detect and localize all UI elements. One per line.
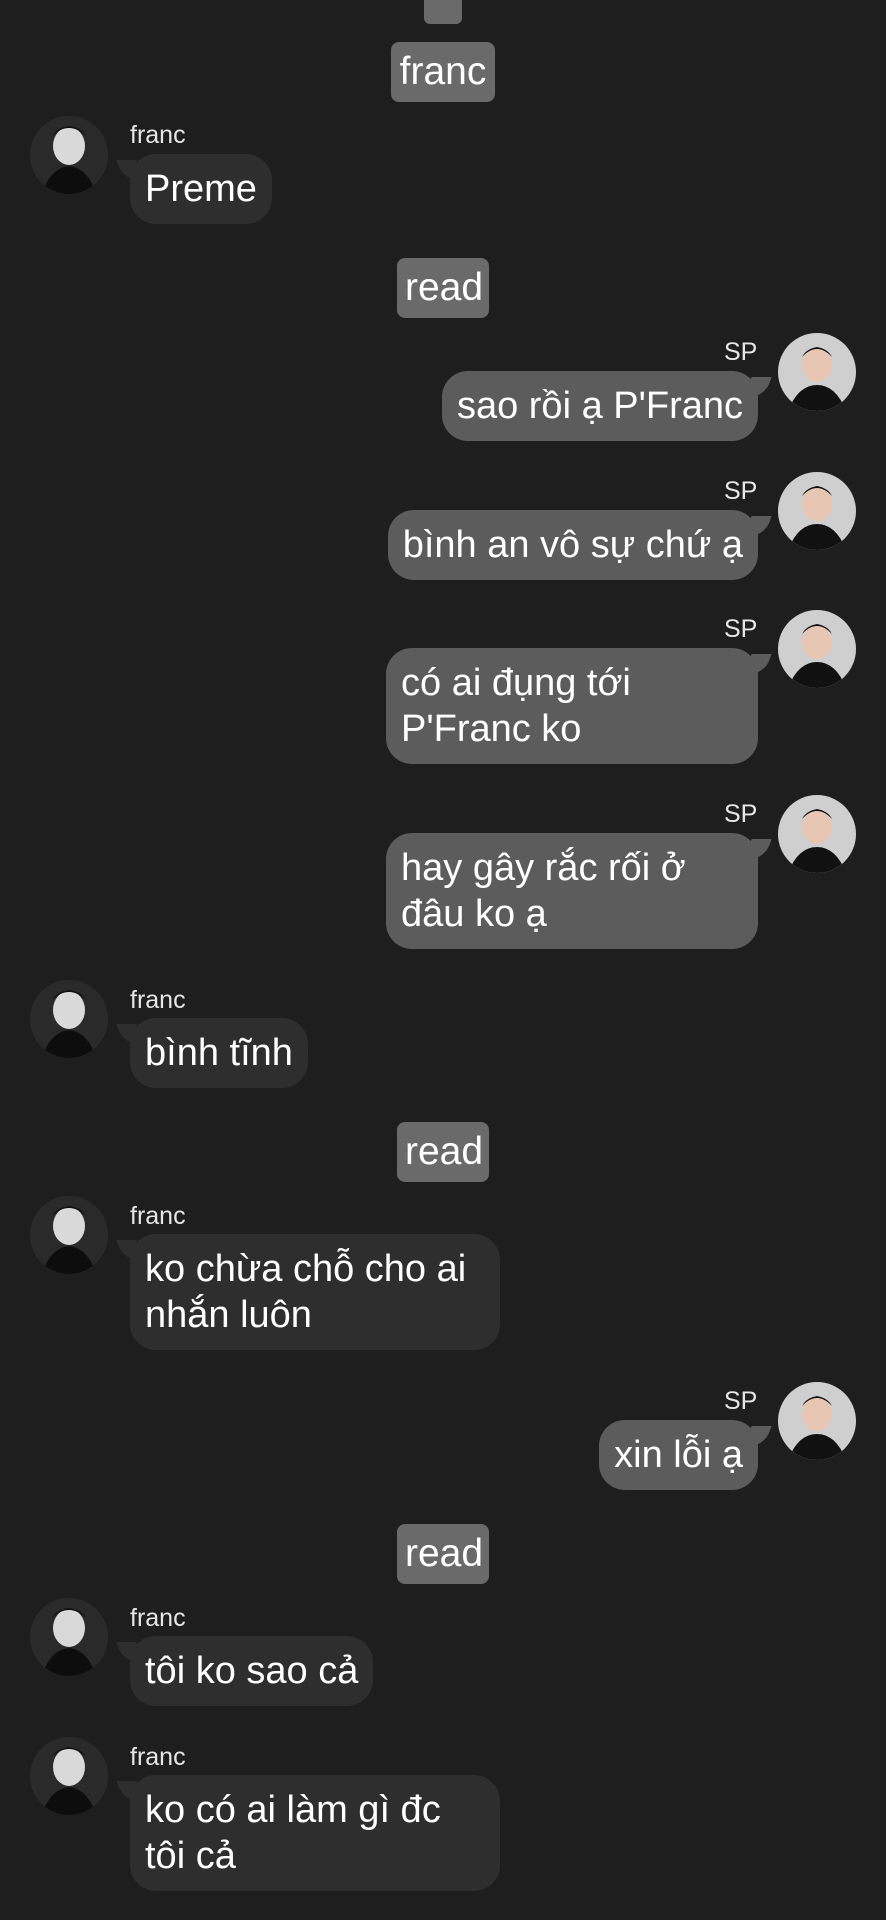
message-line: P'Franc ko [401,708,582,750]
avatar-franc[interactable] [30,1598,108,1676]
read-status-pill: read [397,1122,489,1182]
avatar-sp[interactable] [778,795,856,873]
avatar-sp[interactable] [778,1382,856,1460]
sender-name: SP [724,800,758,828]
message-bubble-outgoing[interactable]: hay gây rắc rối ở đâu ko ạ [386,833,758,949]
message-line: tôi cả [145,1835,236,1877]
message-bubble-outgoing[interactable]: có ai đụng tới P'Franc ko [386,648,758,764]
message-line: có ai đụng tới [401,662,631,704]
avatar-franc-icon [30,1737,108,1815]
message-line: hay gây rắc rối ở [401,847,686,889]
sender-name: franc [130,1743,186,1771]
avatar-sp-icon [778,333,856,411]
avatar-sp-icon [778,795,856,873]
avatar-franc[interactable] [30,1196,108,1274]
message-bubble-outgoing[interactable]: bình an vô sự chứ ạ [387,510,758,580]
message-bubble-outgoing[interactable]: xin lỗi ạ [599,1420,758,1490]
sender-name: SP [724,477,758,505]
message-line: đâu ko ạ [401,893,547,935]
message-line: ko chừa chỗ cho ai [145,1248,467,1290]
read-status-pill: read [397,258,489,318]
sender-name: franc [130,1202,186,1230]
top-scroll-tab [424,0,462,24]
avatar-sp-icon [778,1382,856,1460]
message-bubble-incoming[interactable]: Preme [130,154,272,224]
avatar-franc[interactable] [30,980,108,1058]
avatar-sp-icon [778,610,856,688]
avatar-franc-icon [30,1196,108,1274]
sender-name: franc [130,1604,186,1632]
sender-name: franc [130,986,186,1014]
sender-name: SP [724,1387,758,1415]
avatar-sp-icon [778,472,856,550]
avatar-sp[interactable] [778,610,856,688]
message-bubble-incoming[interactable]: tôi ko sao cả [130,1636,374,1706]
avatar-franc-icon [30,1598,108,1676]
message-line: ko có ai làm gì đc [145,1789,441,1831]
sender-label-pill: franc [391,42,495,102]
avatar-franc[interactable] [30,116,108,194]
message-bubble-outgoing[interactable]: sao rồi ạ P'Franc [441,371,758,441]
sender-name: franc [130,121,186,149]
avatar-franc-icon [30,980,108,1058]
avatar-sp[interactable] [778,472,856,550]
avatar-franc-icon [30,116,108,194]
sender-name: SP [724,615,758,643]
message-bubble-incoming[interactable]: bình tĩnh [130,1018,308,1088]
sender-name: SP [724,338,758,366]
read-status-pill: read [397,1524,489,1584]
message-bubble-incoming[interactable]: ko chừa chỗ cho ai nhắn luôn [130,1234,500,1350]
message-line: nhắn luôn [145,1294,312,1336]
message-bubble-incoming[interactable]: ko có ai làm gì đc tôi cả [130,1775,500,1891]
avatar-sp[interactable] [778,333,856,411]
avatar-franc[interactable] [30,1737,108,1815]
